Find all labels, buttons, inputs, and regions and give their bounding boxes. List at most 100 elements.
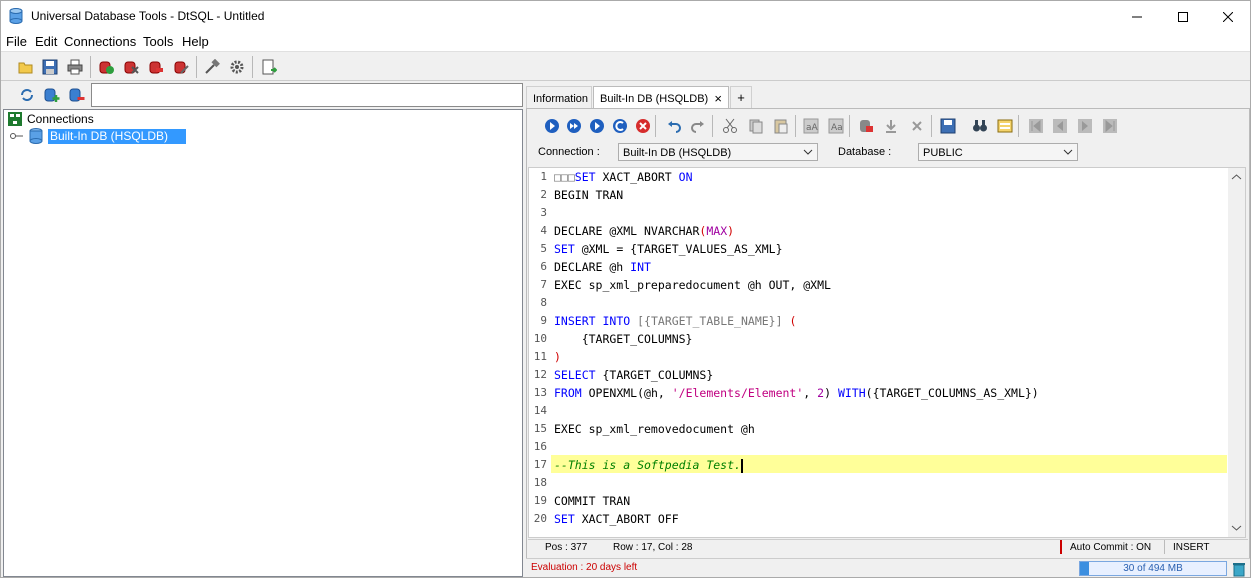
undo-icon [668, 121, 681, 133]
db-delete-icon [69, 88, 85, 102]
toolbar-separator [90, 56, 91, 78]
menu-help[interactable]: Help [182, 34, 209, 49]
redo-button[interactable] [687, 115, 709, 137]
first-button[interactable] [1025, 115, 1047, 137]
close-button[interactable] [1205, 1, 1251, 32]
text-cursor [740, 458, 743, 473]
trash-icon[interactable] [1232, 561, 1246, 577]
last-button[interactable] [1099, 115, 1121, 137]
code-line: DECLARE @h INT [554, 260, 651, 274]
maximize-button[interactable] [1160, 1, 1206, 32]
line-number: 3 [540, 206, 547, 219]
code-line: BEGIN TRAN [554, 188, 624, 202]
download-button[interactable] [880, 115, 902, 137]
line-number: 6 [540, 260, 547, 273]
tab-close-icon[interactable]: × [714, 91, 722, 106]
line-number: 10 [533, 332, 547, 345]
tree-root[interactable]: Connections [7, 111, 94, 127]
uppercase-button[interactable]: aA [800, 115, 822, 137]
cursor-position: Pos : 377 [545, 542, 588, 553]
previous-button[interactable] [1049, 115, 1071, 137]
paste-button[interactable] [770, 115, 792, 137]
toolbar-separator [252, 56, 253, 78]
connection-label: Connection : [538, 146, 600, 158]
connections-panel: Connections Built-In DB (HSQLDB) [3, 82, 523, 577]
uppercase-icon: aA [803, 118, 819, 134]
code-line: {TARGET_COLUMNS} [554, 332, 693, 346]
menu-edit[interactable]: Edit [35, 34, 57, 49]
db-edit-button[interactable] [170, 56, 192, 78]
save-button[interactable] [39, 56, 61, 78]
stop-circle-icon [636, 119, 650, 133]
tab-builtin-db[interactable]: Built-In DB (HSQLDB) × [593, 86, 729, 109]
execute-all-button[interactable] [563, 115, 585, 137]
code-line: --This is a Softpedia Test. [554, 458, 743, 473]
stop-button[interactable] [632, 115, 654, 137]
status-marker [1060, 540, 1062, 554]
refresh-button[interactable] [16, 84, 38, 106]
window-format-icon [997, 119, 1013, 133]
db-remove-icon [149, 61, 163, 74]
maximize-icon [1178, 11, 1188, 22]
settings-button[interactable] [226, 56, 248, 78]
connection-select[interactable]: Built-In DB (HSQLDB) [618, 143, 818, 161]
line-number: 17 [533, 458, 547, 471]
find-button[interactable] [969, 115, 991, 137]
scroll-down-icon [1231, 525, 1242, 531]
menu-file[interactable]: File [6, 34, 27, 49]
new-tab-button[interactable]: + [730, 86, 752, 108]
db-table-icon [860, 120, 873, 132]
minimize-button[interactable] [1114, 1, 1160, 32]
commit-button[interactable] [609, 115, 631, 137]
undo-button[interactable] [663, 115, 685, 137]
db-remove-button[interactable] [145, 56, 167, 78]
connection-filter-input[interactable] [91, 83, 523, 107]
save-sql-button[interactable] [937, 115, 959, 137]
window-title: Universal Database Tools - DtSQL - Untit… [31, 9, 265, 23]
folder-open-icon [18, 62, 33, 74]
editor-toolbar: aA Aa [527, 112, 1249, 140]
disconnect-button[interactable] [120, 56, 142, 78]
app-window: Universal Database Tools - DtSQL - Untit… [0, 0, 1251, 578]
db-table-button[interactable] [855, 115, 877, 137]
database-select[interactable]: PUBLIC [918, 143, 1078, 161]
tools-button[interactable] [201, 56, 223, 78]
remove-connection-button[interactable] [66, 84, 88, 106]
copy-button[interactable] [745, 115, 767, 137]
lowercase-button[interactable]: Aa [825, 115, 847, 137]
play-circle-icon [545, 119, 559, 133]
execute-step-button[interactable] [586, 115, 608, 137]
sql-editor-panel: aA Aa Connection: Built-In DB (HSQLDB) … [526, 108, 1250, 577]
tree-item-builtin-db[interactable]: Built-In DB (HSQLDB) [10, 128, 187, 144]
clear-button[interactable] [906, 115, 928, 137]
tab-information[interactable]: Information [526, 86, 592, 108]
tab-label: Information [533, 93, 589, 105]
binoculars-icon [973, 120, 987, 132]
editor-status-bar: Pos : 377 Row : 17, Col : 28 Auto Commit… [528, 539, 1248, 555]
commit-circle-icon [613, 119, 627, 133]
memory-indicator[interactable]: 30 of 494 MB [1079, 561, 1227, 576]
hammer-icon [205, 59, 220, 74]
toolbar-separator [655, 115, 656, 137]
connections-tree: Connections Built-In DB (HSQLDB) [3, 109, 523, 577]
code-line: ) [554, 350, 561, 364]
toolbar-separator [849, 115, 850, 137]
execute-button[interactable] [541, 115, 563, 137]
cut-button[interactable] [719, 115, 741, 137]
format-button[interactable] [994, 115, 1016, 137]
sql-code-editor[interactable]: 1 2 3 4 5 6 7 8 9 10 11 12 13 14 15 16 17 18 19 20 □□□SET X… [528, 167, 1246, 538]
print-button[interactable] [64, 56, 86, 78]
line-number: 1 [540, 170, 547, 183]
export-button[interactable] [258, 56, 280, 78]
printer-icon [67, 59, 83, 75]
open-button[interactable] [15, 56, 37, 78]
next-button[interactable] [1074, 115, 1096, 137]
line-number: 15 [533, 422, 547, 435]
menu-connections[interactable]: Connections [64, 34, 136, 49]
connect-button[interactable] [95, 56, 117, 78]
vertical-scrollbar[interactable] [1228, 168, 1245, 537]
menu-tools[interactable]: Tools [143, 34, 173, 49]
add-connection-button[interactable] [41, 84, 63, 106]
toolbar-separator [931, 115, 932, 137]
database-icon [29, 128, 43, 144]
